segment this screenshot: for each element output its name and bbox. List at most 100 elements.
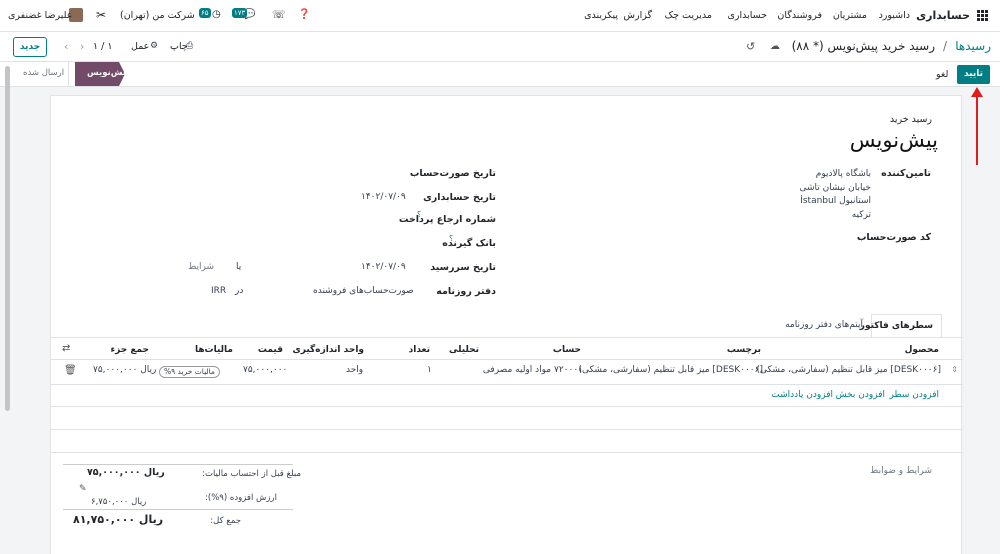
col-taxes[interactable]: مالیات‌ها xyxy=(195,345,233,355)
col-product[interactable]: محصول xyxy=(905,345,939,355)
row-product[interactable]: [DESK۰۰۰۶] میز قابل تنظیم (سفارشی، مشکی) xyxy=(756,365,941,375)
pager-value[interactable]: ۱ / ۱ xyxy=(93,41,112,52)
row-price[interactable]: ۷۵,۰۰۰,۰۰۰ xyxy=(243,365,287,375)
menu-reporting[interactable]: گزارش xyxy=(623,10,652,21)
cancel-button[interactable]: لغو xyxy=(936,69,948,80)
col-uom[interactable]: واحد اندازه‌گیری xyxy=(293,345,365,355)
gear-icon[interactable]: ⚙ xyxy=(150,41,158,51)
tab-journal-items[interactable]: آیتم‌های دفتر روزنامه xyxy=(778,314,871,338)
menu-vendors[interactable]: فروشندگان xyxy=(777,10,822,21)
menu-cheque-management[interactable]: مدیریت چک xyxy=(665,10,712,21)
table-row[interactable]: ⇕ [DESK۰۰۰۶] میز قابل تنظیم (سفارشی، مشک… xyxy=(51,360,963,384)
or-label: یا xyxy=(236,262,242,272)
terms-conditions-input[interactable]: شرایط و ضوابط xyxy=(870,466,932,476)
tabs-divider xyxy=(51,337,963,338)
untaxed-amount-value: ریال ۷۵,۰۰۰,۰۰۰ xyxy=(87,467,165,478)
confirm-button[interactable]: تایید xyxy=(957,65,990,84)
row-tax-tag[interactable]: مالیات خرید ۹% xyxy=(159,366,220,378)
app-brand[interactable]: حسابداری xyxy=(916,9,970,22)
breadcrumb-parent[interactable]: رسیدها xyxy=(955,39,991,53)
total-label: جمع کل: xyxy=(210,516,241,526)
action-menu[interactable]: عمل xyxy=(131,41,149,52)
invoice-date-label: تاریخ صورت‌حساب xyxy=(409,168,496,179)
status-bar: تایید لغو پیش‌نویس ارسال شده xyxy=(0,62,1000,87)
user-name[interactable]: علیرضا غضنفری xyxy=(8,10,72,21)
col-price[interactable]: قیمت xyxy=(258,345,283,355)
stage-divider xyxy=(68,62,69,86)
new-button[interactable]: جدید xyxy=(13,37,47,57)
form-sheet: رسید خرید پیش‌نویس تامین‌کننده باشگاه پا… xyxy=(50,95,963,554)
due-date-value[interactable]: ۱۴۰۲/۰۷/۰۹ xyxy=(361,262,406,272)
edit-tax-pencil-icon[interactable]: ✎ xyxy=(79,484,87,494)
activity-clock-icon[interactable]: ◷ xyxy=(212,9,221,20)
menu-dashboard[interactable]: داشبورد xyxy=(879,10,910,21)
due-date-label: تاریخ سررسید xyxy=(430,262,496,273)
row-quantity[interactable]: ۱ xyxy=(427,365,432,375)
journal-value[interactable]: صورت‌حساب‌های فروشنده xyxy=(313,286,414,296)
in-label: در xyxy=(235,286,244,296)
vat-label: ارزش افزوده (۹%): xyxy=(205,493,277,503)
vendor-label: تامین‌کننده xyxy=(881,168,931,179)
tools-icon[interactable]: ✂ xyxy=(96,8,106,22)
table-bottom-divider xyxy=(51,452,963,453)
row-uom[interactable]: واحد xyxy=(346,365,363,375)
breadcrumb-separator: / xyxy=(942,39,947,53)
add-section-link[interactable]: افزودن بخش xyxy=(836,390,885,400)
recipient-bank-help[interactable]: ؟ xyxy=(449,234,453,243)
col-quantity[interactable]: تعداد xyxy=(409,345,430,355)
vendor-address-line2: استانبول İstanbul xyxy=(800,196,871,206)
tab-invoice-lines[interactable]: سطرهای فاکتور xyxy=(860,314,942,338)
vat-value: ریال ۶,۷۵۰,۰۰۰ xyxy=(91,497,147,507)
discard-icon[interactable]: ↺ xyxy=(746,40,755,53)
col-subtotal[interactable]: جمع جزء xyxy=(111,345,150,355)
payment-reference-help[interactable]: ؟ xyxy=(417,210,421,219)
pager-next-icon[interactable]: › xyxy=(80,40,84,53)
pager-prev-icon[interactable]: ‹ xyxy=(64,40,68,53)
annotation-arrow-shaft xyxy=(976,90,978,165)
row-drag-handle-icon[interactable]: ⇕ xyxy=(951,365,958,374)
totals-top-border xyxy=(63,464,293,465)
apps-menu-icon[interactable] xyxy=(977,10,988,21)
payment-terms-input[interactable]: شرایط xyxy=(188,262,214,272)
column-settings-icon[interactable]: ⇄ xyxy=(62,343,70,354)
payment-reference-label: شماره ارجاع پرداخت xyxy=(398,214,496,225)
vendor-name[interactable]: باشگاه پالادیوم xyxy=(816,169,871,179)
stage-draft[interactable]: پیش‌نویس xyxy=(87,68,129,78)
menu-configuration[interactable]: پیکربندی xyxy=(584,10,618,21)
row-divider xyxy=(51,384,963,385)
activity-badge: ۶۵ xyxy=(199,8,211,18)
vendor-address-line1: خیابان نیشان تاشی xyxy=(799,183,872,193)
company-switcher[interactable]: شرکت من (تهران) xyxy=(120,10,195,21)
print-menu[interactable]: چاپ xyxy=(170,41,188,52)
col-account[interactable]: حساب xyxy=(553,345,581,355)
totals-mid-border xyxy=(63,509,293,510)
col-label[interactable]: برچسب xyxy=(727,345,761,355)
empty-row-divider-1 xyxy=(51,406,963,407)
add-line-link[interactable]: افزودن سطر xyxy=(890,390,939,400)
total-value: ریال ۸۱,۷۵۰,۰۰۰ xyxy=(73,513,164,526)
row-label[interactable]: [DESK۰۰۰۶] میز قابل تنظیم (سفارشی، مشکی) xyxy=(578,365,763,375)
document-title: پیش‌نویس xyxy=(849,128,938,152)
currency-value[interactable]: IRR xyxy=(211,286,226,296)
untaxed-amount-label: مبلغ قبل از احتساب مالیات: xyxy=(202,469,301,479)
menu-customers[interactable]: مشتریان xyxy=(833,10,867,21)
menu-accounting[interactable]: حسابداری xyxy=(727,10,767,21)
page-scrollbar[interactable] xyxy=(5,66,10,411)
messages-badge: ۱۷۳ xyxy=(232,8,248,18)
cloud-upload-icon[interactable]: ☁ xyxy=(770,41,780,52)
annotation-arrow-head xyxy=(971,87,983,97)
col-analytic[interactable]: تحلیلی xyxy=(449,345,479,355)
stage-posted[interactable]: ارسال شده xyxy=(23,68,64,78)
row-account[interactable]: ۷۲۰۰۰۱ مواد اولیه مصرفی xyxy=(483,365,583,375)
row-subtotal: ریال ۷۵,۰۰۰,۰۰۰ xyxy=(93,365,157,375)
phone-icon[interactable]: ☏ xyxy=(272,8,286,21)
add-note-link[interactable]: افزودن یادداشت xyxy=(771,390,833,400)
control-panel: رسیدها / رسید خرید پیش‌نویس (* ۸۸) ☁ ↺ ⎙… xyxy=(0,32,1000,62)
trash-icon[interactable]: 🗑 xyxy=(64,365,77,376)
breadcrumb-current: رسید خرید پیش‌نویس (* ۸۸) xyxy=(791,39,935,53)
empty-row-divider-2 xyxy=(51,429,963,430)
accounting-date-value[interactable]: ۱۴۰۲/۰۷/۰۹ xyxy=(361,192,406,202)
accounting-date-label: تاریخ حسابداری xyxy=(423,192,496,203)
help-icon[interactable]: ❓ xyxy=(298,9,310,20)
vendor-address-line3: ترکیه xyxy=(851,210,871,220)
